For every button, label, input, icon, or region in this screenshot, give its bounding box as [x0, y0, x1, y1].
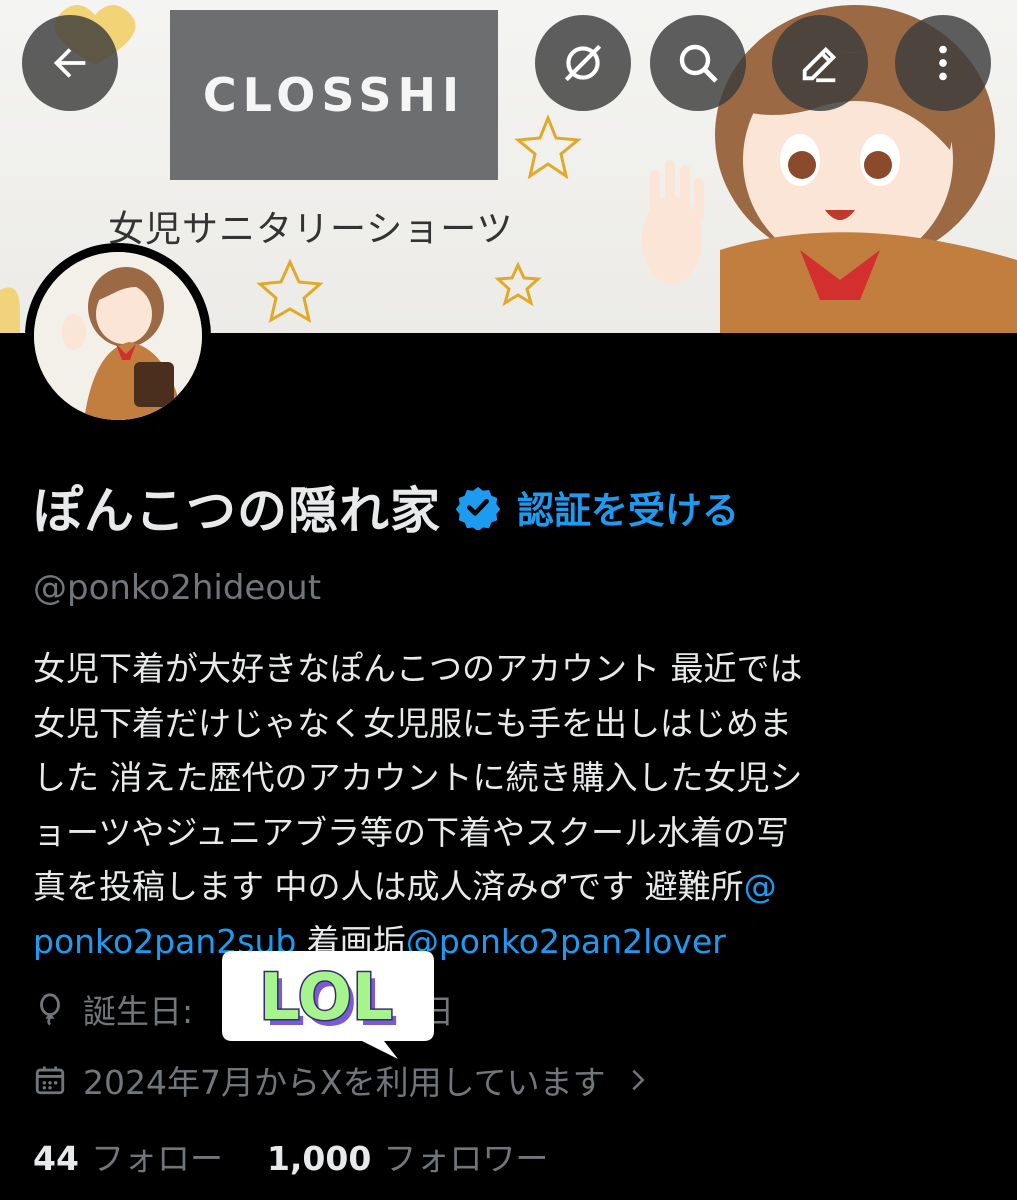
- followers-stat[interactable]: 1,000 フォロワー: [267, 1132, 548, 1180]
- joined-date: 2024年7月からXを利用しています: [83, 1063, 606, 1102]
- get-verified-link[interactable]: 認証を受ける: [517, 480, 739, 534]
- bio-mention-sub-at[interactable]: @: [744, 867, 777, 906]
- banner-logo: CLOSSHI: [170, 10, 498, 180]
- following-label: フォロー: [90, 1139, 223, 1178]
- profile-handle: @ponko2hideout: [33, 568, 322, 608]
- following-count: 44: [33, 1139, 79, 1178]
- avatar-image: [34, 252, 202, 420]
- avatar[interactable]: [25, 243, 211, 429]
- profile-name-row: ぽんこつの隠れ家 認証を受ける: [33, 472, 739, 542]
- search-button[interactable]: [650, 15, 746, 111]
- lol-sticker: LOL LOL: [222, 951, 434, 1059]
- more-button[interactable]: [895, 15, 991, 111]
- verified-badge-icon: [455, 486, 501, 530]
- bio-mention-lover[interactable]: @ponko2pan2lover: [406, 922, 726, 961]
- search-icon: [679, 44, 718, 83]
- arrow-left-icon: [53, 48, 86, 78]
- display-name: ぽんこつの隠れ家: [33, 482, 441, 540]
- balloon-icon: [40, 993, 60, 1026]
- profile-bio: 女児下着が大好きなぽんこつのアカウント 最近では 女児下着だけじゃなく女児服にも…: [33, 642, 993, 969]
- calendar-icon: [35, 1066, 65, 1095]
- bio-text-1: 女児下着が大好きなぽんこつのアカウント 最近では 女児下着だけじゃなく女児服にも…: [33, 649, 803, 906]
- follow-stats: 44 フォロー 1,000 フォロワー: [33, 1132, 548, 1180]
- grok-button[interactable]: [535, 15, 631, 111]
- followers-count: 1,000: [266, 1139, 372, 1178]
- banner-subtitle: 女児サニタリーショーツ: [108, 209, 514, 250]
- grok-icon: [564, 44, 602, 82]
- following-stat[interactable]: 44 フォロー: [33, 1132, 223, 1180]
- more-vertical-icon: [939, 45, 947, 81]
- banner-logo-text: CLOSSHI: [202, 68, 466, 122]
- joined-row[interactable]: 2024年7月からXを利用しています: [33, 1056, 652, 1104]
- birthday-prefix: 誕生日:: [83, 992, 194, 1031]
- edit-button[interactable]: [772, 15, 868, 111]
- followers-label: フォロワー: [383, 1139, 549, 1178]
- lol-sticker-text: LOL: [259, 961, 393, 1035]
- back-button[interactable]: [22, 15, 118, 111]
- edit-icon: [802, 46, 837, 83]
- chevron-right-icon: [632, 1069, 645, 1091]
